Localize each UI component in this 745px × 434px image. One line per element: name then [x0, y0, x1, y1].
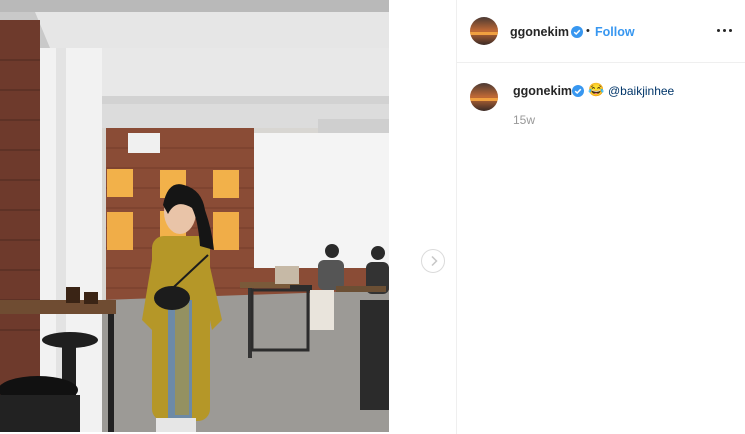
caption-mention-link[interactable]: @baikjinhee	[608, 84, 674, 98]
instagram-post: ggonekim • Follow ggonekim 😂 @baikjinhee…	[0, 0, 745, 434]
chevron-right-icon	[431, 255, 438, 267]
post-header: ggonekim • Follow	[457, 0, 745, 63]
author-username[interactable]: ggonekim	[510, 25, 569, 39]
post-timestamp[interactable]: 15w	[513, 113, 535, 127]
sunset-avatar-image	[470, 17, 498, 45]
more-options-icon[interactable]	[715, 24, 735, 38]
verified-badge-icon	[571, 26, 583, 38]
follow-button[interactable]: Follow	[595, 25, 635, 39]
post-photo[interactable]	[0, 0, 389, 432]
carousel-next-button[interactable]	[421, 249, 445, 273]
author-avatar[interactable]	[470, 17, 498, 45]
sunset-avatar-image	[470, 83, 498, 111]
header-separator: •	[586, 25, 590, 37]
cafe-photo-illustration	[0, 0, 389, 432]
caption-author-avatar[interactable]	[470, 83, 498, 111]
laughing-emoji: 😂	[588, 82, 605, 97]
caption-section: ggonekim 😂 @baikjinhee 15w	[457, 64, 745, 136]
post-side-panel: ggonekim • Follow ggonekim 😂 @baikjinhee…	[456, 0, 745, 434]
verified-badge-icon	[572, 85, 584, 97]
caption-username[interactable]: ggonekim	[513, 84, 572, 98]
